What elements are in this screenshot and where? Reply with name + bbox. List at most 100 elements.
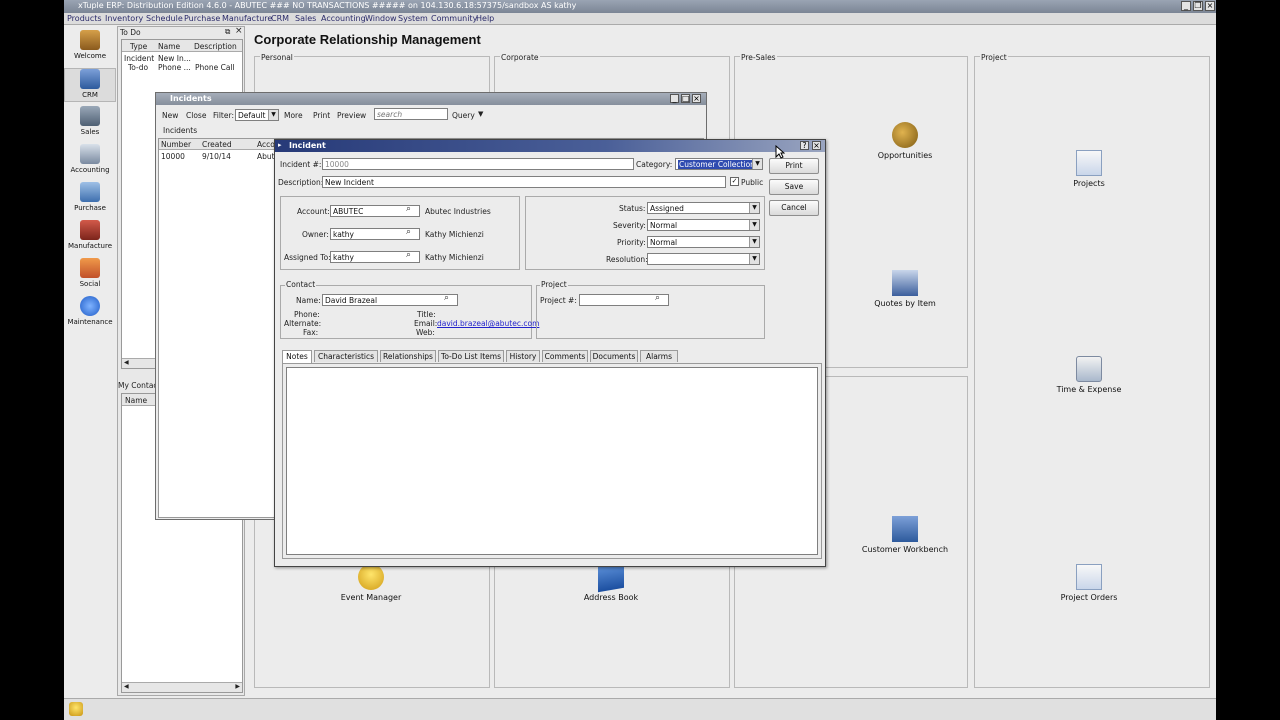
menu-sales[interactable]: Sales (295, 14, 316, 23)
tab-notes[interactable]: Notes (282, 350, 312, 363)
menu-schedule[interactable]: Schedule (146, 14, 183, 23)
tab-alarms[interactable]: Alarms (640, 350, 678, 362)
scroll-left-icon[interactable]: ◀ (124, 359, 129, 366)
incidents-title: Incidents (170, 94, 212, 103)
description-field[interactable]: New Incident (322, 176, 726, 188)
launcher-accounting[interactable]: Accounting (64, 144, 116, 174)
maximize-icon[interactable]: □ (681, 94, 690, 103)
notes-text-area[interactable] (286, 367, 818, 555)
tab-history[interactable]: History (506, 350, 540, 362)
launcher-crm[interactable]: CRM (64, 68, 116, 102)
close-icon[interactable]: × (235, 26, 243, 36)
project-label: Project #: (540, 296, 577, 305)
public-checkbox[interactable]: ✓ (730, 177, 739, 186)
todo-title: To Do (120, 28, 141, 37)
help-icon[interactable]: ? (800, 141, 809, 150)
tile-customer-workbench[interactable]: Customer Workbench (860, 516, 950, 554)
scroll-right-icon[interactable]: ▶ (235, 683, 240, 690)
query-button[interactable]: Query (452, 111, 475, 120)
search-icon[interactable]: ⌕ (655, 293, 660, 303)
close-icon[interactable]: × (812, 141, 821, 150)
tile-project-orders[interactable]: Project Orders (1044, 564, 1134, 602)
light-bulb-icon[interactable] (69, 702, 83, 716)
search-icon[interactable]: ⌕ (406, 250, 411, 260)
launcher-social[interactable]: Social (64, 258, 116, 288)
close-icon[interactable]: × (692, 94, 701, 103)
incident-number-label: Incident #: (280, 160, 322, 169)
tab-todo-list-items[interactable]: To-Do List Items (438, 350, 504, 362)
col-name[interactable]: Name (125, 396, 147, 405)
launcher-manufacture[interactable]: Manufacture (64, 220, 116, 250)
close-button[interactable]: Close (186, 111, 206, 120)
restore-icon[interactable]: ❐ (1193, 1, 1203, 11)
menu-inventory[interactable]: Inventory (105, 14, 143, 23)
contacts-hscrollbar[interactable]: ◀ ▶ (122, 682, 242, 692)
menu-accounting[interactable]: Accounting (321, 14, 366, 23)
menu-community[interactable]: Community (431, 14, 477, 23)
severity-select[interactable]: Normal ▼ (647, 219, 760, 231)
new-button[interactable]: New (162, 111, 178, 120)
print-button[interactable]: Print (313, 111, 330, 120)
scroll-left-icon[interactable]: ◀ (124, 683, 129, 690)
col-name[interactable]: Name (158, 42, 180, 51)
launcher-welcome[interactable]: Welcome (64, 30, 116, 60)
contact-name-field[interactable]: David Brazeal (322, 294, 458, 306)
menu-crm[interactable]: CRM (271, 14, 289, 23)
tile-projects[interactable]: Projects (1044, 150, 1134, 188)
search-icon[interactable]: ⌕ (444, 293, 449, 303)
tile-event-manager[interactable]: Event Manager (326, 564, 416, 602)
app-window: xTuple ERP: Distribution Edition 4.6.0 -… (64, 0, 1216, 720)
cancel-button[interactable]: Cancel (769, 200, 819, 216)
category-label: Category: (636, 160, 673, 169)
print-button[interactable]: Print (769, 158, 819, 174)
search-icon[interactable]: ⌕ (406, 227, 411, 237)
incidents-list-label: Incidents (163, 126, 198, 135)
quote-icon (892, 270, 918, 296)
table-row[interactable]: Incident New In... (122, 54, 242, 63)
email-link[interactable]: david.brazeal@abutec.com (437, 319, 539, 328)
filter-select[interactable]: Default ▼ (235, 109, 279, 121)
tab-characteristics[interactable]: Characteristics (314, 350, 378, 362)
tile-quotes-by-item[interactable]: Quotes by Item (860, 270, 950, 308)
float-icon[interactable]: ⧉ (225, 27, 230, 37)
menu-help[interactable]: Help (476, 14, 494, 23)
launcher-purchase[interactable]: Purchase (64, 182, 116, 212)
table-row[interactable]: To-do Phone ... Phone Call (122, 63, 242, 72)
col-account[interactable]: Acco (257, 140, 275, 149)
save-button[interactable]: Save (769, 179, 819, 195)
launcher-sales[interactable]: Sales (64, 106, 116, 136)
tile-opportunities[interactable]: Opportunities (860, 122, 950, 160)
menu-purchase[interactable]: Purchase (184, 14, 220, 23)
resolution-select[interactable]: ▼ (647, 253, 760, 265)
col-description[interactable]: Description (194, 42, 237, 51)
tile-address-book[interactable]: Address Book (566, 561, 656, 602)
more-button[interactable]: More (284, 111, 303, 120)
menu-window[interactable]: Window (365, 14, 397, 23)
col-number[interactable]: Number (161, 140, 191, 149)
search-icon[interactable]: ⌕ (406, 204, 411, 214)
menu-system[interactable]: System (398, 14, 428, 23)
incident-dialog: ▸ Incident ? × Incident #: 10000 Categor… (274, 139, 826, 567)
clock-icon (1076, 356, 1102, 382)
col-type[interactable]: Type (130, 42, 147, 51)
priority-select[interactable]: Normal ▼ (647, 236, 760, 248)
tab-comments[interactable]: Comments (542, 350, 588, 362)
menu-manufacture[interactable]: Manufacture (222, 14, 272, 23)
status-select[interactable]: Assigned ▼ (647, 202, 760, 214)
tab-relationships[interactable]: Relationships (380, 350, 436, 362)
col-created[interactable]: Created (202, 140, 232, 149)
preview-button[interactable]: Preview (337, 111, 366, 120)
tab-documents[interactable]: Documents (590, 350, 638, 362)
menu-products[interactable]: Products (67, 14, 102, 23)
house-icon (80, 30, 100, 50)
chevron-down-icon[interactable]: ▼ (478, 110, 483, 118)
search-input[interactable] (374, 108, 448, 120)
tile-time-expense[interactable]: Time & Expense (1044, 356, 1134, 394)
chevron-down-icon: ▼ (749, 220, 759, 230)
window-menu-icon[interactable]: ▸ (278, 141, 282, 149)
launcher-maintenance[interactable]: Maintenance (64, 296, 116, 326)
minimize-icon[interactable]: _ (1181, 1, 1191, 11)
minimize-icon[interactable]: _ (670, 94, 679, 103)
close-icon[interactable]: × (1205, 1, 1215, 11)
category-select[interactable]: Customer Collections ▼ (675, 158, 763, 170)
